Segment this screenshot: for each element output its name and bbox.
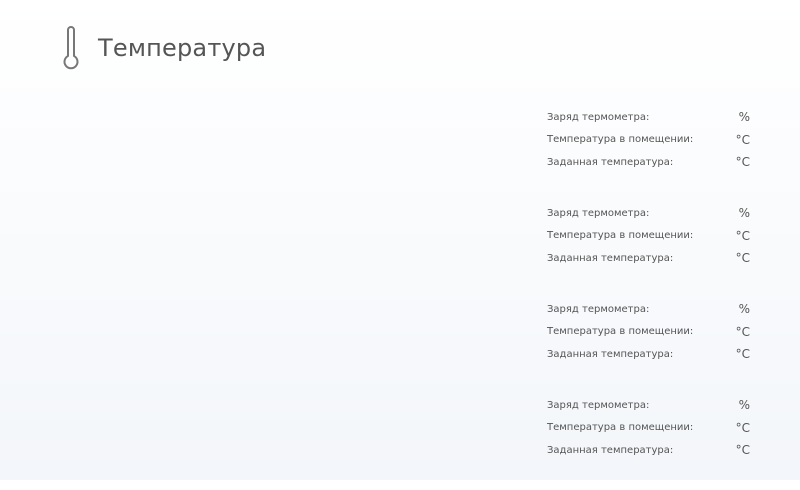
target-temp-label: Заданная температура: xyxy=(547,348,674,360)
room-temp-value: °C xyxy=(735,228,750,243)
room-temp-value: °C xyxy=(735,324,750,339)
charge-value: % xyxy=(738,110,750,125)
charge-label: Заряд термометра: xyxy=(547,111,650,123)
sensor-block: Заряд термометра: % Температура в помеще… xyxy=(547,202,750,298)
room-temp-label: Температура в помещении: xyxy=(547,134,694,146)
charge-row: Заряд термометра: % xyxy=(547,394,750,417)
thermometer-icon xyxy=(63,26,79,70)
target-temp-label: Заданная температура: xyxy=(547,252,674,264)
target-temp-value: °C xyxy=(735,251,750,266)
room-temp-row: Температура в помещении: °C xyxy=(547,225,750,248)
charge-label: Заряд термометра: xyxy=(547,399,650,411)
target-temp-row: Заданная температура: °C xyxy=(547,247,750,270)
target-temp-row: Заданная температура: °C xyxy=(547,343,750,366)
target-temp-value: °C xyxy=(735,347,750,362)
room-temp-value: °C xyxy=(735,132,750,147)
target-temp-row: Заданная температура: °C xyxy=(547,151,750,174)
charge-label: Заряд термометра: xyxy=(547,207,650,219)
room-temp-label: Температура в помещении: xyxy=(547,326,694,338)
sensor-block: Заряд термометра: % Температура в помеще… xyxy=(547,298,750,394)
target-temp-value: °C xyxy=(735,443,750,458)
room-temp-row: Температура в помещении: °C xyxy=(547,129,750,152)
target-temp-value: °C xyxy=(735,155,750,170)
charge-value: % xyxy=(738,398,750,413)
page-title: Температура xyxy=(98,34,267,62)
target-temp-label: Заданная температура: xyxy=(547,156,674,168)
room-temp-row: Температура в помещении: °C xyxy=(547,417,750,440)
charge-row: Заряд термометра: % xyxy=(547,202,750,225)
charge-label: Заряд термометра: xyxy=(547,303,650,315)
page-header: Температура xyxy=(60,24,266,72)
room-temp-label: Температура в помещении: xyxy=(547,230,694,242)
charge-value: % xyxy=(738,302,750,317)
charge-row: Заряд термометра: % xyxy=(547,298,750,321)
target-temp-label: Заданная температура: xyxy=(547,444,674,456)
target-temp-row: Заданная температура: °C xyxy=(547,439,750,462)
room-temp-row: Температура в помещении: °C xyxy=(547,321,750,344)
sensor-block: Заряд термометра: % Температура в помеще… xyxy=(547,394,750,490)
sensor-block: Заряд термометра: % Температура в помеще… xyxy=(547,106,750,202)
charge-row: Заряд термометра: % xyxy=(547,106,750,129)
room-temp-value: °C xyxy=(735,420,750,435)
room-temp-label: Температура в помещении: xyxy=(547,422,694,434)
sensor-list: Заряд термометра: % Температура в помеще… xyxy=(547,106,750,490)
charge-value: % xyxy=(738,206,750,221)
